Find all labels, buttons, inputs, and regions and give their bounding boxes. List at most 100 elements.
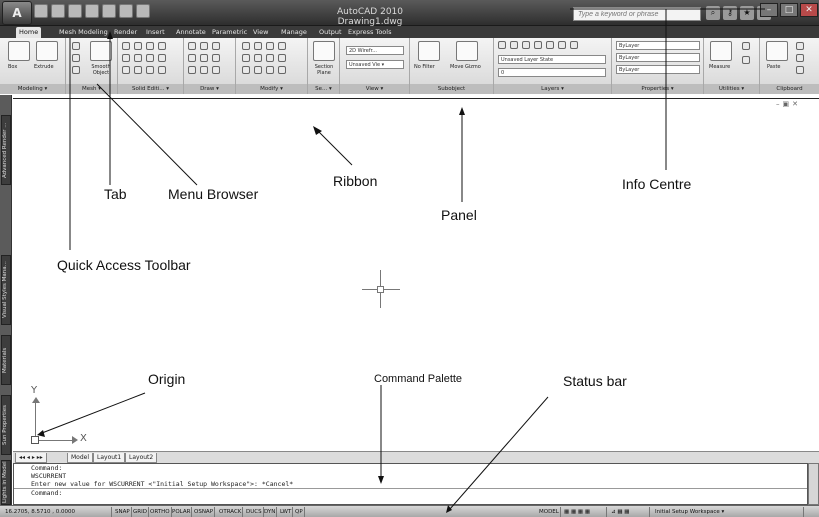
smooth-object-icon[interactable] <box>90 41 112 61</box>
status-tray-icons[interactable]: ▦ ▦ ▦ ▦ <box>563 507 607 517</box>
search-icon[interactable]: ⌕ <box>706 6 720 20</box>
named-view-dropdown[interactable]: Unsaved Vie ▾ <box>346 60 404 69</box>
slice-icon[interactable] <box>122 54 130 62</box>
copy-icon[interactable] <box>242 54 250 62</box>
restore-icon[interactable]: ▣ <box>783 100 790 108</box>
tab-nav-arrows[interactable]: ◂◂ ◂ ▸ ▸▸ <box>15 453 47 463</box>
panel-title[interactable]: Utilities ▾ <box>704 84 759 94</box>
rectangle-icon[interactable] <box>188 66 196 74</box>
panel-title[interactable]: Modeling ▾ <box>0 84 65 94</box>
annotation-scale-icons[interactable]: ⊿ ▦ ▦ <box>610 507 650 517</box>
otrack-toggle[interactable]: OTRACK <box>218 507 244 517</box>
color-dropdown[interactable]: ByLayer <box>616 41 700 50</box>
intersect-icon[interactable] <box>146 42 154 50</box>
tab-insert[interactable]: Insert <box>143 27 168 38</box>
panel-title[interactable]: Subobject <box>410 84 493 94</box>
offset-icon[interactable] <box>278 54 286 62</box>
close-icon[interactable]: ✕ <box>792 100 798 108</box>
layer-dropdown[interactable]: 0 <box>498 68 606 77</box>
cut-icon[interactable] <box>796 42 804 50</box>
panel-title[interactable]: Mesh ▾ <box>66 84 117 94</box>
region-icon[interactable] <box>212 66 220 74</box>
move-gizmo-icon[interactable] <box>456 41 478 61</box>
palette-tab[interactable]: Sun Properties <box>1 395 11 455</box>
subtract-icon[interactable] <box>134 42 142 50</box>
check-icon[interactable] <box>158 66 166 74</box>
extrude-icon[interactable] <box>36 41 58 61</box>
palette-tab[interactable]: Lights in Model <box>1 460 11 505</box>
ducs-toggle[interactable]: DUCS <box>245 507 264 517</box>
box-icon[interactable] <box>8 41 30 61</box>
fillet-icon[interactable] <box>158 42 166 50</box>
tab-manage[interactable]: Manage <box>278 27 310 38</box>
paste-icon[interactable] <box>766 41 788 61</box>
maximize-button[interactable]: □ <box>780 3 798 17</box>
tab-express-tools[interactable]: Express Tools <box>345 27 394 38</box>
mesh-icon[interactable] <box>72 54 80 62</box>
ortho-toggle[interactable]: ORTHO <box>149 507 172 517</box>
close-button[interactable]: ✕ <box>800 3 818 17</box>
union-icon[interactable] <box>122 42 130 50</box>
command-scrollbar[interactable] <box>808 463 819 505</box>
lwt-toggle[interactable]: LWT <box>279 507 294 517</box>
linetype-dropdown[interactable]: ByLayer <box>616 53 700 62</box>
imprint-icon[interactable] <box>158 54 166 62</box>
tab-render[interactable]: Render <box>111 27 140 38</box>
tab-layout1[interactable]: Layout1 <box>93 453 126 463</box>
undo-icon[interactable] <box>85 4 99 18</box>
utility-icon[interactable] <box>742 42 750 50</box>
line-icon[interactable] <box>188 42 196 50</box>
panel-title[interactable]: Properties ▾ <box>612 84 703 94</box>
layer-icon[interactable] <box>546 41 554 49</box>
ellipse-icon[interactable] <box>212 54 220 62</box>
star-icon[interactable]: ★ <box>740 6 754 20</box>
dyn-toggle[interactable]: DYN <box>263 507 278 517</box>
tab-layout2[interactable]: Layout2 <box>125 453 158 463</box>
shell-icon[interactable] <box>134 66 142 74</box>
stretch-icon[interactable] <box>254 66 262 74</box>
utility-icon[interactable] <box>742 56 750 64</box>
new-icon[interactable] <box>34 4 48 18</box>
copy-icon[interactable] <box>796 54 804 62</box>
mirror-icon[interactable] <box>278 42 286 50</box>
key-icon[interactable]: ⚷ <box>723 6 737 20</box>
panel-title[interactable]: View ▾ <box>340 84 409 94</box>
circle-icon[interactable] <box>188 54 196 62</box>
matchprop-icon[interactable] <box>796 66 804 74</box>
spline-icon[interactable] <box>200 54 208 62</box>
panel-title[interactable]: Modify ▾ <box>236 84 307 94</box>
tab-home[interactable]: Home <box>16 27 42 38</box>
redo-icon[interactable] <box>102 4 116 18</box>
info-centre-search-input[interactable] <box>573 7 701 21</box>
minimize-icon[interactable]: – <box>776 100 780 108</box>
clean-icon[interactable] <box>146 66 154 74</box>
hatch-icon[interactable] <box>200 66 208 74</box>
layer-icon[interactable] <box>534 41 542 49</box>
palette-tab[interactable]: Materials <box>1 335 11 385</box>
erase-icon[interactable] <box>278 66 286 74</box>
minimize-button[interactable]: – <box>760 3 778 17</box>
panel-title[interactable]: Se... ▾ <box>308 84 339 94</box>
layer-icon[interactable] <box>558 41 566 49</box>
grid-toggle[interactable]: GRID <box>132 507 149 517</box>
tab-mesh-modeling[interactable]: Mesh Modeling <box>56 27 111 38</box>
layer-state-dropdown[interactable]: Unsaved Layer State <box>498 55 606 64</box>
polar-toggle[interactable]: POLAR <box>171 507 193 517</box>
workspace-switcher[interactable]: Initial Setup Workspace ▾ <box>654 507 804 517</box>
workspace-dropdown-icon[interactable] <box>136 4 150 18</box>
tab-model[interactable]: Model <box>67 453 94 463</box>
mesh-icon[interactable] <box>72 66 80 74</box>
drawing-area[interactable] <box>13 98 819 448</box>
tab-annotate[interactable]: Annotate <box>173 27 209 38</box>
extract-icon[interactable] <box>146 54 154 62</box>
tab-view[interactable]: View <box>250 27 271 38</box>
no-filter-icon[interactable] <box>418 41 440 61</box>
tab-output[interactable]: Output <box>316 27 345 38</box>
layer-icon[interactable] <box>570 41 578 49</box>
plot-icon[interactable] <box>119 4 133 18</box>
save-icon[interactable] <box>68 4 82 18</box>
command-input[interactable]: Command: <box>14 488 807 497</box>
lineweight-dropdown[interactable]: ByLayer <box>616 65 700 74</box>
polyline-icon[interactable] <box>200 42 208 50</box>
trim-icon[interactable] <box>266 42 274 50</box>
